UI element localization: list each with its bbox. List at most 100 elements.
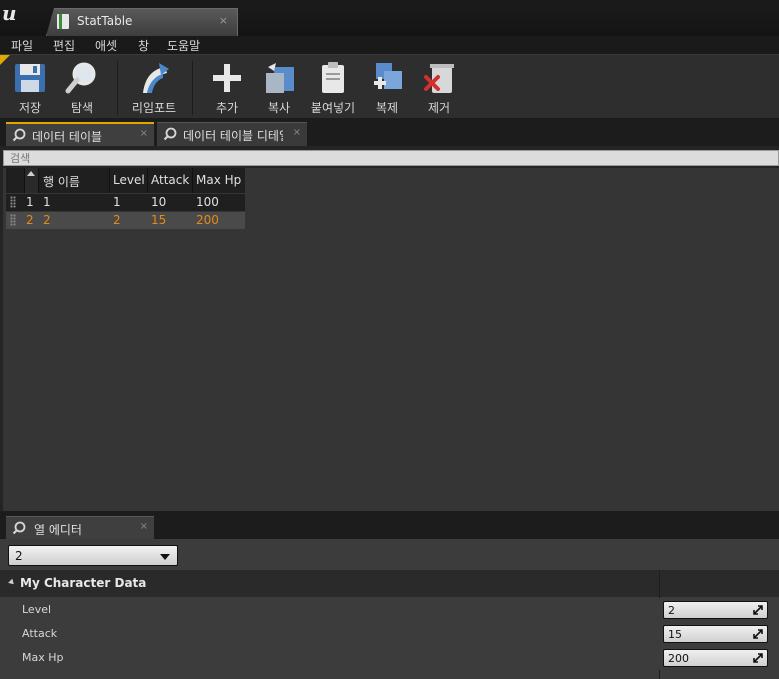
tab-row-editor[interactable]: 열 에디터 ×	[6, 516, 154, 539]
chevron-down-icon	[160, 554, 170, 560]
column-divider	[192, 168, 193, 193]
header-max-hp[interactable]: Max Hp	[196, 173, 241, 187]
reimport-label: 리임포트	[131, 101, 177, 115]
tab-data-table-details-label: 데이터 테이블 디테일	[183, 129, 283, 143]
save-button[interactable]: 저장	[4, 55, 56, 119]
duplicate-label: 복제	[375, 101, 399, 115]
reimport-button[interactable]: 리임포트	[122, 55, 186, 119]
attack-value: 15	[668, 628, 682, 641]
property-row-attack: Attack 15	[0, 622, 779, 646]
close-tab-icon[interactable]: ×	[219, 14, 228, 27]
drag-handle-icon[interactable]	[10, 214, 16, 226]
close-tab-icon[interactable]: ×	[140, 128, 148, 139]
property-label: Max Hp	[22, 651, 64, 664]
property-label: Attack	[22, 627, 58, 640]
reimport-icon	[143, 63, 169, 93]
copy-icon	[266, 63, 294, 93]
table-header: 행 이름 Level Attack Max Hp	[6, 168, 245, 193]
resize-arrows-icon	[753, 629, 763, 639]
row-max-hp: 200	[196, 213, 219, 227]
row-level: 2	[113, 213, 121, 227]
menu-window[interactable]: 창	[138, 37, 149, 54]
toolbar: 저장 탐색 리임포트 추가 복사 붙여넣기 복제 제거	[0, 54, 779, 118]
magnifier-icon	[65, 62, 96, 94]
remove-button[interactable]: 제거	[414, 55, 464, 119]
copy-button[interactable]: 복사	[254, 55, 304, 119]
property-row-level: Level 2	[0, 598, 779, 622]
header-row-name[interactable]: 행 이름	[43, 173, 80, 190]
property-row-max-hp: Max Hp 200	[0, 646, 779, 670]
close-tab-icon[interactable]: ×	[293, 127, 301, 138]
header-attack[interactable]: Attack	[151, 173, 189, 187]
copy-label: 복사	[267, 101, 291, 115]
unreal-logo-icon: u	[2, 1, 17, 25]
data-table-view: 행 이름 Level Attack Max Hp 1 1 1 10 100 2 …	[3, 168, 779, 511]
tab-row-editor-label: 열 에디터	[34, 523, 82, 537]
tab-data-table-details[interactable]: 데이터 테이블 디테일 ×	[157, 122, 307, 146]
tab-data-table[interactable]: 데이터 테이블 ×	[6, 122, 154, 146]
toolbar-separator	[117, 61, 118, 115]
search-input[interactable]	[4, 151, 778, 166]
stat-table-editor-window: u StatTable × 파일 편집 애셋 창 도움말 저장 탐색 리임포트 …	[0, 0, 779, 679]
category-label: My Character Data	[20, 576, 147, 590]
trash-icon	[424, 64, 454, 93]
resize-arrows-icon	[753, 653, 763, 663]
column-divider	[24, 168, 25, 193]
max-hp-field[interactable]: 200	[663, 649, 768, 667]
clipboard-icon	[322, 62, 344, 93]
toolbar-separator	[192, 61, 193, 115]
row-select-dropdown[interactable]: 2	[8, 545, 178, 566]
row-editor-panel: 2 My Character Data Level 2 Attack 15 Ma…	[0, 539, 779, 679]
row-editor-tab-strip: 열 에디터 ×	[0, 511, 779, 539]
plus-icon	[213, 64, 241, 92]
paste-button[interactable]: 붙여넣기	[306, 55, 360, 119]
magnifier-icon	[12, 128, 26, 142]
header-level[interactable]: Level	[113, 173, 145, 187]
collapse-arrow-icon[interactable]	[8, 578, 16, 587]
duplicate-button[interactable]: 복제	[362, 55, 412, 119]
column-divider	[147, 168, 148, 193]
remove-label: 제거	[427, 101, 451, 115]
asset-tab[interactable]: StatTable ×	[46, 8, 238, 36]
table-row-selected[interactable]: 2 2 2 15 200	[6, 212, 245, 229]
browse-label: 탐색	[70, 101, 94, 115]
row-attack: 15	[151, 213, 167, 227]
row-select-value: 2	[15, 549, 23, 563]
row-max-hp: 100	[196, 195, 219, 209]
data-table-icon	[57, 14, 69, 29]
drag-handle-icon[interactable]	[10, 196, 16, 208]
tab-data-table-label: 데이터 테이블	[32, 130, 103, 144]
menu-help[interactable]: 도움말	[167, 37, 200, 54]
add-label: 추가	[215, 101, 239, 115]
attack-field[interactable]: 15	[663, 625, 768, 643]
column-divider	[38, 168, 39, 193]
magnifier-icon	[12, 521, 26, 535]
duplicate-icon	[374, 63, 402, 89]
magnifier-icon	[163, 127, 177, 141]
level-field[interactable]: 2	[663, 601, 768, 619]
max-hp-value: 200	[668, 652, 689, 665]
panel-tab-strip: 데이터 테이블 × 데이터 테이블 디테일 ×	[0, 118, 779, 146]
browse-button[interactable]: 탐색	[56, 55, 108, 119]
add-button[interactable]: 추가	[202, 55, 252, 119]
sort-ascending-icon[interactable]	[24, 168, 38, 193]
menu-file[interactable]: 파일	[11, 37, 33, 54]
search-bar	[3, 150, 779, 166]
paste-label: 붙여넣기	[310, 101, 356, 115]
save-icon	[15, 64, 45, 92]
menu-bar: 파일 편집 애셋 창 도움말	[0, 36, 779, 54]
title-bar: u StatTable ×	[0, 0, 779, 36]
close-tab-icon[interactable]: ×	[140, 521, 148, 532]
menu-asset[interactable]: 애셋	[95, 37, 117, 54]
row-level: 1	[113, 195, 121, 209]
asset-tab-label: StatTable	[77, 14, 133, 28]
menu-edit[interactable]: 편집	[53, 37, 75, 54]
row-index: 1	[26, 195, 34, 209]
category-header[interactable]: My Character Data	[0, 570, 779, 597]
table-row[interactable]: 1 1 1 10 100	[6, 194, 245, 211]
row-index: 2	[26, 213, 34, 227]
row-name: 1	[43, 195, 51, 209]
property-label: Level	[22, 603, 52, 616]
column-divider	[109, 168, 110, 193]
save-label: 저장	[18, 101, 42, 115]
